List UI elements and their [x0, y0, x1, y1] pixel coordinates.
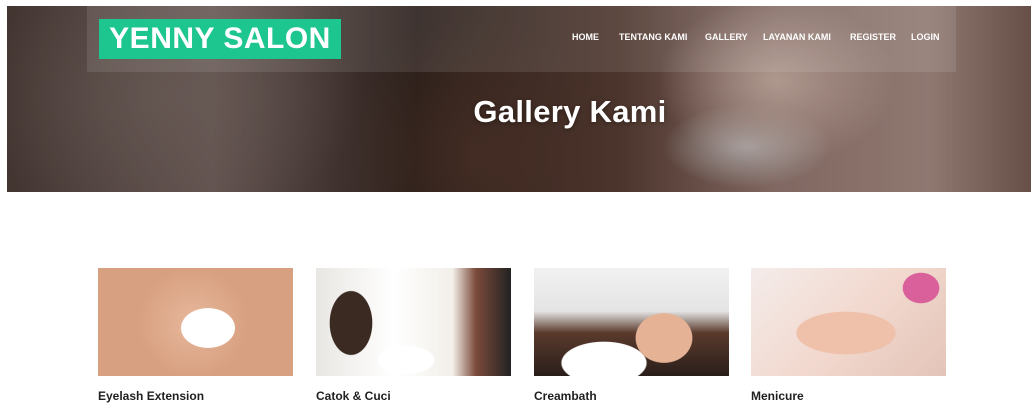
nav-gallery[interactable]: GALLERY: [705, 32, 748, 46]
site-logo[interactable]: YENNY SALON: [99, 19, 341, 59]
nav-tentang-kami[interactable]: TENTANG KAMI: [619, 32, 687, 46]
nav-home[interactable]: HOME: [572, 32, 599, 46]
gallery-label-catok: Catok & Cuci: [316, 389, 391, 403]
hair-wash-photo[interactable]: [534, 268, 729, 376]
manicure-photo[interactable]: [751, 268, 946, 376]
gallery-label-eyelash: Eyelash Extension: [98, 389, 205, 403]
gallery-label-menicure: Menicure: [751, 389, 804, 403]
nav-login[interactable]: LOGIN: [911, 32, 940, 46]
page-title: Gallery Kami: [473, 94, 667, 129]
eyelash-photo[interactable]: [98, 268, 293, 376]
salon-hair-photo[interactable]: [316, 268, 511, 376]
gallery-label-creambath: Creambath: [534, 389, 597, 403]
nav-register[interactable]: REGISTER: [850, 32, 896, 46]
nav-layanan-kami[interactable]: LAYANAN KAMI: [763, 32, 831, 46]
